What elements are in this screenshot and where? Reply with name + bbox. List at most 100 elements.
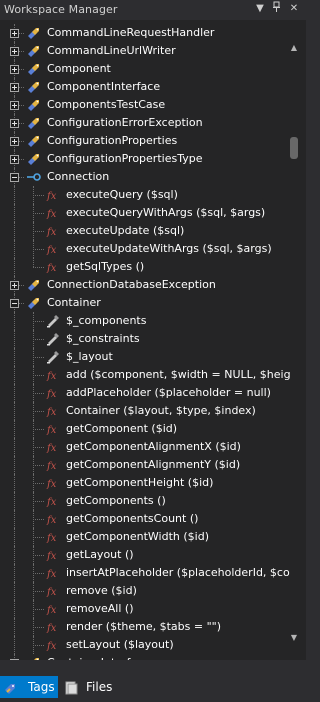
tree-guide-line xyxy=(33,483,44,484)
tree-method-item[interactable]: fx getComponent ($id) xyxy=(0,420,282,438)
tree-method-item[interactable]: fx setLayout ($layout) xyxy=(0,636,282,654)
tree-guide-line xyxy=(33,591,44,592)
svg-text:fx: fx xyxy=(46,587,57,598)
tree-guide-line xyxy=(19,123,24,124)
tree-class-item[interactable]: ConfigurationProperties xyxy=(0,132,282,150)
tree-class-item[interactable]: CommandLineRequestHandler xyxy=(0,24,282,42)
tree-class-item[interactable]: ConfigurationPropertiesType xyxy=(0,150,282,168)
tree-guide-line xyxy=(33,249,44,250)
tab-files[interactable]: Files xyxy=(60,676,118,698)
collapse-icon[interactable] xyxy=(10,173,19,182)
expand-icon[interactable] xyxy=(10,83,19,92)
expand-icon[interactable] xyxy=(10,155,19,164)
tree-method-item[interactable]: fx getComponents () xyxy=(0,492,282,510)
scroll-up-icon[interactable]: ▲ xyxy=(288,42,300,54)
class-icon xyxy=(27,656,41,660)
expand-icon[interactable] xyxy=(10,65,19,74)
tree-method-item[interactable]: fx addPlaceholder ($placeholder = null) xyxy=(0,384,282,402)
tree-method-item[interactable]: fx executeUpdateWithArgs ($sql, $args) xyxy=(0,240,282,258)
tree-method-item[interactable]: fx Container ($layout, $type, $index) xyxy=(0,402,282,420)
tree-item-label: ComponentInterface xyxy=(47,80,161,93)
tree-method-item[interactable]: fx getComponentAlignmentX ($id) xyxy=(0,438,282,456)
tree-method-item[interactable]: fx insertAtPlaceholder ($placeholderId, $… xyxy=(0,564,290,582)
tree-method-item[interactable]: fx executeQueryWithArgs ($sql, $args) xyxy=(0,204,282,222)
tree-guide-line xyxy=(14,330,15,348)
tree-class-item[interactable]: CommandLineUrlWriter xyxy=(0,42,282,60)
class-icon xyxy=(27,116,41,130)
expand-icon[interactable] xyxy=(10,137,19,146)
tree-guide-line xyxy=(33,267,44,268)
tree-method-item[interactable]: fx getComponentsCount () xyxy=(0,510,282,528)
svg-text:fx: fx xyxy=(46,245,57,256)
pin-icon[interactable] xyxy=(269,1,283,16)
tree-item-label: render ($theme, $tabs = "") xyxy=(66,620,221,633)
tree-property-item[interactable]: $_components xyxy=(0,312,282,330)
tree-class-item[interactable]: Container xyxy=(0,294,282,312)
class-icon xyxy=(27,26,41,40)
tree-property-item[interactable]: $_layout xyxy=(0,348,282,366)
expand-icon[interactable] xyxy=(10,101,19,110)
class-icon xyxy=(27,134,41,148)
expand-icon[interactable] xyxy=(10,281,19,290)
function-icon: fx xyxy=(46,422,60,436)
tree-guide-line xyxy=(33,645,44,646)
expand-icon[interactable] xyxy=(10,47,19,56)
tree-guide-line xyxy=(33,465,44,466)
tree-class-item[interactable]: ConfigurationErrorException xyxy=(0,114,282,132)
expand-icon[interactable] xyxy=(10,659,19,660)
tree-guide-line xyxy=(14,510,15,528)
tree-class-item[interactable]: ConnectionDatabaseException xyxy=(0,276,282,294)
scroll-down-icon[interactable]: ▼ xyxy=(288,632,300,644)
collapse-icon[interactable] xyxy=(10,299,19,308)
class-icon xyxy=(27,98,41,112)
tree-method-item[interactable]: fx getSqlTypes () xyxy=(0,258,282,276)
tree-item-label: $_components xyxy=(66,314,147,327)
tree-item-label: $_constraints xyxy=(66,332,140,345)
expand-icon[interactable] xyxy=(10,29,19,38)
expand-icon[interactable] xyxy=(10,119,19,128)
tab-tags[interactable]: Tags xyxy=(0,676,58,698)
function-icon: fx xyxy=(46,512,60,526)
tree-method-item[interactable]: fx getLayout () xyxy=(0,546,282,564)
tree-class-item[interactable]: ContainerInterface xyxy=(0,654,282,660)
tree-method-item[interactable]: fx remove ($id) xyxy=(0,582,282,600)
property-icon xyxy=(46,314,60,328)
scroll-thumb[interactable] xyxy=(290,137,298,159)
tree-item-label: $_layout xyxy=(66,350,113,363)
tree-method-item[interactable]: fx getComponentWidth ($id) xyxy=(0,528,282,546)
tree-item-label: getLayout () xyxy=(66,548,134,561)
close-icon[interactable]: ✕ xyxy=(287,1,301,16)
tree-guide-line xyxy=(14,456,15,474)
tree-method-item[interactable]: fx executeUpdate ($sql) xyxy=(0,222,282,240)
svg-text:fx: fx xyxy=(46,389,57,400)
tree-class-item[interactable]: Connection xyxy=(0,168,282,186)
tree-guide-line xyxy=(14,582,15,600)
tree-guide-line xyxy=(14,546,15,564)
tree-item-label: remove ($id) xyxy=(66,584,137,597)
tree-guide-line xyxy=(33,609,44,610)
tree-method-item[interactable]: fx removeAll () xyxy=(0,600,282,618)
tree-property-item[interactable]: $_constraints xyxy=(0,330,282,348)
tree-guide-line xyxy=(14,420,15,438)
tree-guide-line xyxy=(19,159,24,160)
tree-guide-line xyxy=(19,285,24,286)
tree-class-item[interactable]: Component xyxy=(0,60,282,78)
svg-text:fx: fx xyxy=(46,209,57,220)
tree-guide-line xyxy=(14,636,15,654)
function-icon: fx xyxy=(46,440,60,454)
tree-item-label: ComponentsTestCase xyxy=(47,98,166,111)
tree-method-item[interactable]: fx render ($theme, $tabs = "") xyxy=(0,618,282,636)
function-icon: fx xyxy=(46,242,60,256)
dropdown-icon[interactable]: ▼ xyxy=(253,1,267,16)
tree-class-item[interactable]: ComponentsTestCase xyxy=(0,96,282,114)
tree-method-item[interactable]: fx add ($component, $width = NULL, $heig xyxy=(0,366,291,384)
tree-class-item[interactable]: ComponentInterface xyxy=(0,78,282,96)
function-icon: fx xyxy=(46,494,60,508)
tree-method-item[interactable]: fx getComponentAlignmentY ($id) xyxy=(0,456,282,474)
function-icon: fx xyxy=(46,548,60,562)
tree-method-item[interactable]: fx executeQuery ($sql) xyxy=(0,186,282,204)
vertical-scrollbar[interactable]: ▲ ▼ xyxy=(288,42,300,658)
tree-method-item[interactable]: fx getComponentHeight ($id) xyxy=(0,474,282,492)
tree-item-label: ConnectionDatabaseException xyxy=(47,278,216,291)
tree-guide-line xyxy=(14,528,15,546)
